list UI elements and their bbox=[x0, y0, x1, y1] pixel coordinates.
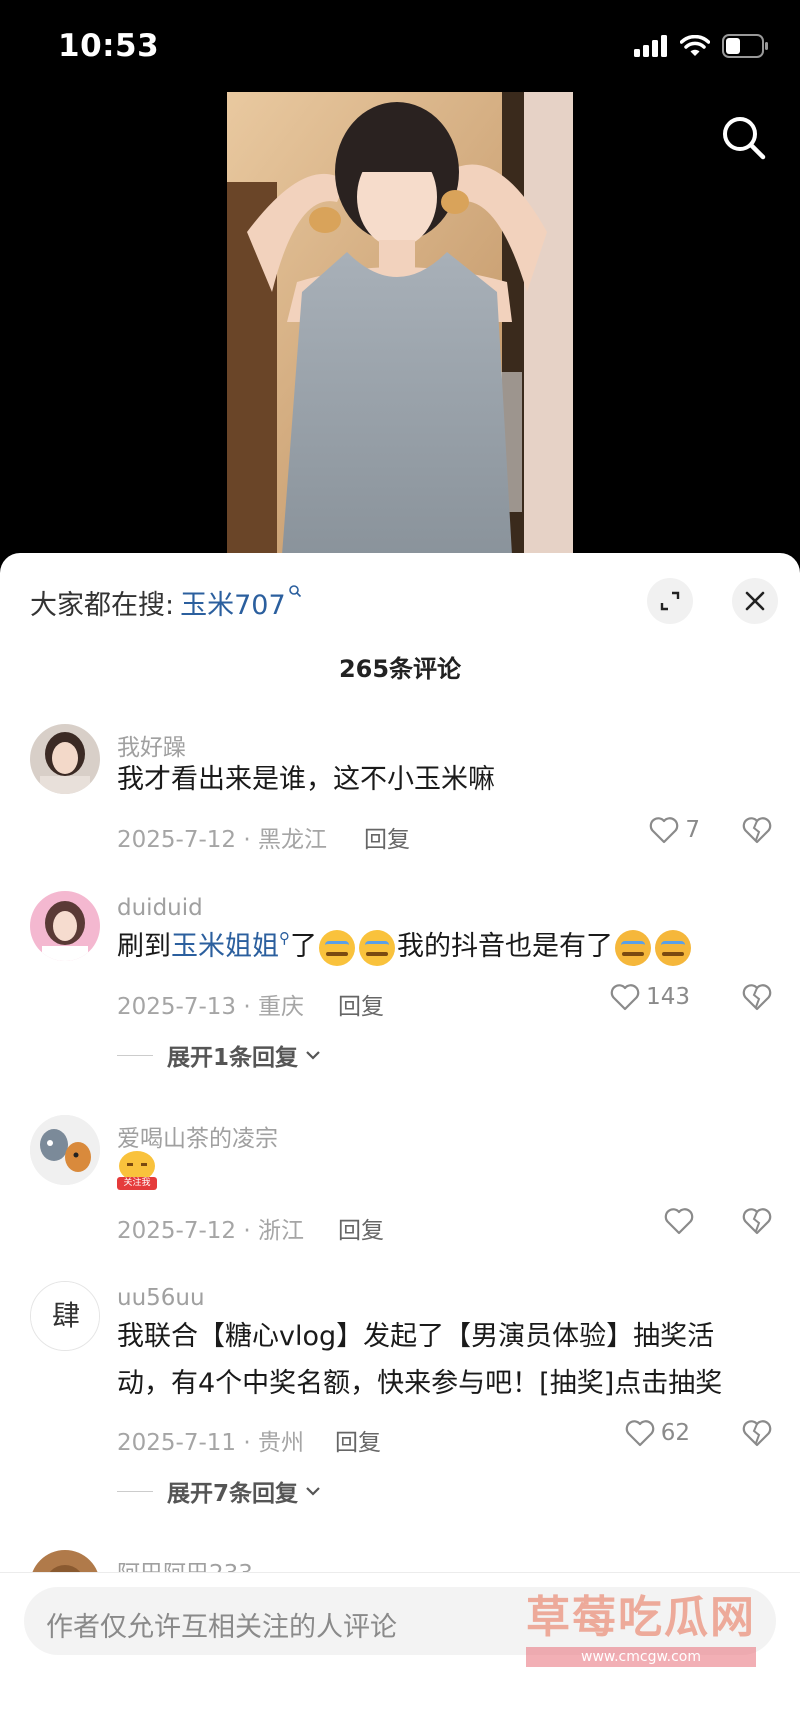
expand-replies-button[interactable]: 展开1条回复 bbox=[117, 1038, 322, 1072]
comment-text: 刷到玉米姐姐⚲了 我的抖音也是有了 bbox=[117, 923, 760, 974]
divider-line bbox=[117, 1490, 153, 1492]
status-bar: 10:53 bbox=[0, 0, 800, 92]
dislike-button[interactable] bbox=[742, 1207, 772, 1239]
comment-input-placeholder: 作者仅允许互相关注的人评论 bbox=[46, 1612, 397, 1643]
comment-count: 265条评论 bbox=[338, 655, 462, 683]
chevron-down-icon bbox=[306, 1051, 320, 1060]
expand-replies-label: 展开1条回复 bbox=[167, 1045, 299, 1071]
expand-replies-button[interactable]: 展开7条回复 bbox=[117, 1474, 322, 1508]
hot-search-keyword[interactable]: 玉米707 bbox=[180, 583, 286, 622]
comment-text: 我联合【糖心vlog】发起了【男演员体验】抽奖活动，有4个中奖名额，快来参与吧！… bbox=[117, 1321, 723, 1399]
mention-link[interactable]: 玉米姐姐 bbox=[171, 931, 279, 962]
search-button[interactable] bbox=[718, 112, 770, 164]
cellular-signal-icon bbox=[634, 35, 667, 57]
broken-heart-icon bbox=[742, 1208, 772, 1235]
watermark-url: www.cmcgw.com bbox=[526, 1647, 756, 1667]
video-player[interactable] bbox=[0, 92, 800, 555]
small-search-icon bbox=[288, 583, 302, 602]
like-button[interactable] bbox=[664, 1207, 700, 1235]
sobbing-emoji bbox=[615, 929, 651, 966]
fullscreen-toggle-button[interactable] bbox=[647, 578, 693, 624]
reply-button[interactable]: 回复 bbox=[364, 820, 410, 854]
broken-heart-icon bbox=[742, 984, 772, 1011]
like-button[interactable]: 7 bbox=[649, 816, 700, 844]
video-thumbnail[interactable] bbox=[227, 92, 573, 555]
avatar[interactable] bbox=[30, 891, 100, 961]
comment-date-location: 2025-7-12 · 浙江 bbox=[117, 1218, 304, 1244]
heart-icon bbox=[650, 817, 679, 844]
heart-icon bbox=[610, 984, 640, 1011]
comment-date-location: 2025-7-11 · 贵州 bbox=[117, 1430, 304, 1456]
crying-emoji bbox=[359, 929, 395, 966]
expand-icon bbox=[660, 591, 680, 611]
hot-search-prefix: 大家都在搜: bbox=[30, 590, 175, 621]
battery-icon bbox=[722, 34, 768, 58]
dislike-button[interactable] bbox=[742, 1419, 772, 1451]
comment-username[interactable]: uu56uu bbox=[117, 1285, 205, 1311]
comment-date-location: 2025-7-13 · 重庆 bbox=[117, 994, 304, 1020]
comment-text-part: 刷到 bbox=[117, 931, 171, 962]
reply-button[interactable]: 回复 bbox=[335, 1423, 381, 1457]
chevron-down-icon bbox=[306, 1487, 320, 1496]
comments-sheet: 大家都在搜: 玉米707 265条评论 我好躁 我才看出来是谁，这不小玉米嘛 2… bbox=[0, 553, 800, 1731]
broken-heart-icon bbox=[742, 817, 772, 844]
reply-button[interactable]: 回复 bbox=[338, 987, 384, 1021]
avatar-character: 肆 bbox=[31, 1282, 99, 1350]
sticker-label: 关注我 bbox=[117, 1177, 157, 1190]
avatar[interactable] bbox=[30, 1115, 100, 1185]
like-button[interactable]: 143 bbox=[610, 983, 690, 1011]
small-search-icon: ⚲ bbox=[279, 929, 290, 947]
wifi-icon bbox=[680, 35, 710, 56]
comment-date-location: 2025-7-12 · 黑龙江 bbox=[117, 827, 327, 853]
like-count: 7 bbox=[685, 817, 700, 843]
watermark: 草莓吃瓜网 www.cmcgw.com bbox=[526, 1581, 756, 1667]
close-comments-button[interactable] bbox=[732, 578, 778, 624]
search-icon bbox=[723, 117, 766, 160]
dislike-button[interactable] bbox=[742, 816, 772, 848]
sobbing-emoji bbox=[655, 929, 691, 966]
watermark-title: 草莓吃瓜网 bbox=[526, 1592, 756, 1643]
reply-button[interactable]: 回复 bbox=[338, 1211, 384, 1245]
video-frame-image bbox=[227, 92, 573, 555]
comment-text-part: 我的抖音也是有了 bbox=[397, 931, 613, 962]
status-icons bbox=[634, 34, 770, 58]
divider-line bbox=[117, 1054, 153, 1056]
status-time: 10:53 bbox=[58, 28, 160, 64]
like-button[interactable]: 62 bbox=[625, 1419, 690, 1447]
hot-search-bar[interactable]: 大家都在搜: 玉米707 bbox=[30, 583, 302, 622]
heart-icon bbox=[625, 1420, 654, 1447]
like-count: 62 bbox=[660, 1420, 690, 1446]
avatar[interactable]: 肆 bbox=[30, 1281, 100, 1351]
crying-emoji bbox=[319, 929, 355, 966]
broken-heart-icon bbox=[742, 1420, 772, 1447]
dislike-button[interactable] bbox=[742, 983, 772, 1015]
sticker-emoji: 关注我 bbox=[117, 1151, 157, 1191]
comment-text: 关注我 bbox=[117, 1151, 760, 1206]
like-count: 143 bbox=[646, 984, 690, 1010]
comment-input-bar: 作者仅允许互相关注的人评论 草莓吃瓜网 www.cmcgw.com bbox=[0, 1572, 800, 1731]
avatar[interactable] bbox=[30, 724, 100, 794]
comment-username[interactable]: duiduid bbox=[117, 895, 203, 921]
comment-text: 我才看出来是谁，这不小玉米嘛 bbox=[117, 764, 495, 795]
expand-replies-label: 展开7条回复 bbox=[167, 1481, 299, 1507]
close-icon bbox=[745, 591, 765, 611]
comment-text-part: 了 bbox=[290, 931, 317, 962]
comment-username[interactable]: 爱喝山茶的凌宗 bbox=[117, 1119, 278, 1153]
heart-icon bbox=[664, 1208, 694, 1235]
